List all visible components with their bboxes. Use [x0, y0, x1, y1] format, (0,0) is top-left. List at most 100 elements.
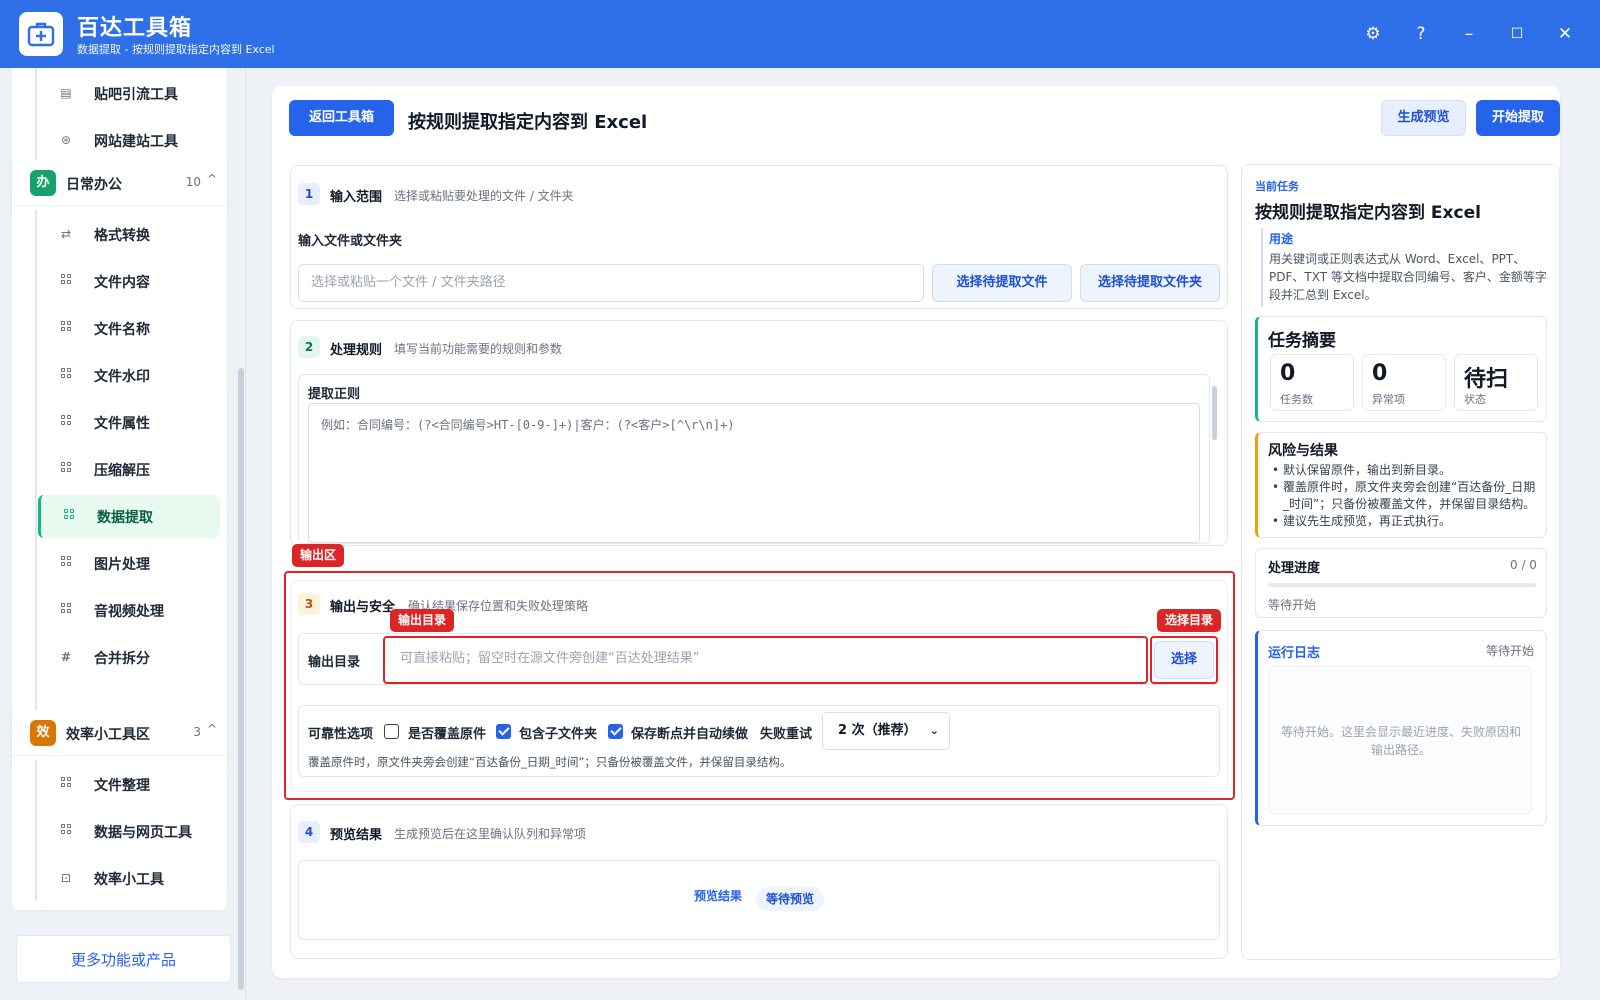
usage-text: 用关键词或正则表达式从 Word、Excel、PPT、PDF、TXT 等文档中提… — [1269, 252, 1547, 302]
reliability-label: 可靠性选项 — [308, 727, 374, 742]
section-title: 处理规则 — [330, 343, 383, 358]
grid-icon — [59, 824, 73, 838]
subfolder-checkbox[interactable] — [496, 724, 511, 739]
category-efficiency: 效 效率小工具区 3 ^ 文件整理 数据与网页工具 ⊡ 效率小工具 — [12, 710, 227, 910]
retry-select[interactable]: 2 次（推荐） ⌄ — [822, 712, 950, 750]
settings-icon[interactable]: ⚙ — [1359, 20, 1387, 48]
section-title: 预览结果 — [330, 828, 383, 843]
stat-task-count: 0 任务数 — [1270, 354, 1354, 411]
resume-checkbox[interactable] — [608, 724, 623, 739]
category-header[interactable]: 办 日常办公 10 ^ — [12, 160, 227, 206]
preview-status-badge: 等待预览 — [756, 887, 825, 911]
choose-dir-button[interactable]: 选择 — [1154, 641, 1214, 679]
sidebar-item-label: 效率小工具 — [94, 872, 164, 888]
sidebar-item-label: 文件属性 — [94, 416, 150, 432]
category-name: 日常办公 — [66, 177, 122, 193]
sidebar-item-website[interactable]: ⊛ 网站建站工具 — [38, 119, 220, 162]
swap-icon: ⇄ — [60, 227, 72, 241]
log-text: 等待开始。这里会显示最近进度、失败原因和输出路径。 — [1280, 725, 1521, 757]
select-file-button[interactable]: 选择待提取文件 — [932, 264, 1072, 302]
select-folder-button[interactable]: 选择待提取文件夹 — [1080, 264, 1220, 302]
start-button[interactable]: 开始提取 — [1476, 100, 1560, 136]
grid-icon — [59, 415, 73, 429]
sidebar-scrollbar[interactable] — [238, 368, 244, 990]
grid-icon — [59, 321, 73, 335]
maximize-icon[interactable]: ☐ — [1503, 20, 1531, 48]
sidebar-item-data-web[interactable]: 数据与网页工具 — [38, 810, 220, 853]
risk-list: 默认保留原件，输出到新目录。 覆盖原件时，原文件夹旁会创建“百达备份_日期_时间… — [1270, 462, 1540, 530]
app-title: 百达工具箱 — [77, 16, 193, 41]
task-title: 按规则提取指定内容到 Excel — [1255, 203, 1481, 223]
more-products-button[interactable]: 更多功能或产品 — [16, 935, 231, 983]
section-desc: 选择或粘贴要处理的文件 / 文件夹 — [394, 189, 574, 203]
preview-button[interactable]: 生成预览 — [1381, 100, 1466, 136]
grid-icon — [59, 462, 73, 476]
output-dir-label: 输出目录 — [308, 655, 361, 670]
minimize-icon[interactable]: – — [1455, 20, 1483, 48]
category-badge: 效 — [30, 720, 56, 746]
sidebar-item-av[interactable]: 音视频处理 — [38, 589, 220, 632]
sidebar-item-label: 数据与网页工具 — [94, 825, 192, 841]
help-icon[interactable]: ? — [1407, 20, 1435, 48]
hash-icon: # — [60, 650, 72, 664]
sidebar-item-label: 压缩解压 — [94, 463, 150, 479]
sidebar-item-format-convert[interactable]: ⇄ 格式转换 — [38, 213, 220, 256]
sidebar: ▤ 贴吧引流工具 ⊛ 网站建站工具 办 日常办公 10 ^ ⇄ 格式转换 文件内… — [0, 68, 246, 1000]
sidebar-item-data-extract[interactable]: 数据提取 — [38, 495, 220, 538]
stat-value: 待扫 — [1464, 367, 1509, 392]
stat-label: 异常项 — [1372, 393, 1405, 406]
grid-icon — [59, 556, 73, 570]
category-badge: 办 — [30, 170, 56, 196]
category-count: 3 — [193, 725, 201, 739]
chevron-up-icon[interactable]: ^ — [207, 722, 217, 736]
sidebar-item-tieba[interactable]: ▤ 贴吧引流工具 — [38, 72, 220, 115]
input-path-field[interactable]: 选择或粘贴一个文件 / 文件夹路径 — [298, 264, 924, 302]
step-number: 1 — [298, 183, 320, 205]
sidebar-item-file-content[interactable]: 文件内容 — [38, 260, 220, 303]
usage-label: 用途 — [1269, 232, 1294, 246]
regex-textarea[interactable]: 例如：合同编号：(?<合同编号>HT-[0-9-]+)|客户：(?<客户>[^\… — [308, 403, 1200, 543]
log-title: 运行日志 — [1268, 646, 1321, 661]
sidebar-item-label: 音视频处理 — [94, 604, 164, 620]
log-area[interactable]: 等待开始。这里会显示最近进度、失败原因和输出路径。 — [1268, 666, 1532, 814]
stat-status: 待扫 状态 — [1454, 354, 1538, 411]
back-button[interactable]: 返回工具箱 — [289, 100, 394, 136]
preview-result-label: 预览结果 — [694, 889, 743, 903]
sidebar-item-merge-split[interactable]: # 合并拆分 — [38, 636, 220, 679]
sidebar-item-label: 贴吧引流工具 — [94, 87, 178, 103]
choose-dir-tag: 选择目录 — [1157, 609, 1222, 632]
progress-status: 等待开始 — [1268, 598, 1317, 612]
progress-title: 处理进度 — [1268, 561, 1321, 576]
step-number: 2 — [298, 336, 320, 358]
sidebar-item-label: 文件整理 — [94, 778, 150, 794]
document-icon: ▤ — [60, 86, 72, 100]
sidebar-item-file-name[interactable]: 文件名称 — [38, 307, 220, 350]
toolbox-icon: ⊡ — [60, 871, 72, 885]
sidebar-item-file-properties[interactable]: 文件属性 — [38, 401, 220, 444]
sidebar-item-image[interactable]: 图片处理 — [38, 542, 220, 585]
sidebar-item-label: 格式转换 — [94, 228, 150, 244]
chevron-up-icon[interactable]: ^ — [207, 172, 217, 186]
category-header[interactable]: 效 效率小工具区 3 ^ — [12, 710, 227, 756]
output-dir-input[interactable]: 可直接粘贴；留空时在源文件旁创建“百达处理结果” — [388, 641, 1143, 679]
sidebar-item-label: 文件内容 — [94, 275, 150, 291]
sidebar-item-label: 网站建站工具 — [94, 134, 178, 150]
log-status: 等待开始 — [1486, 644, 1535, 658]
overwrite-checkbox[interactable] — [384, 724, 399, 739]
sidebar-item-compress[interactable]: 压缩解压 — [38, 448, 220, 491]
usage-accent — [1261, 228, 1263, 306]
app-logo — [19, 12, 63, 56]
grid-icon — [62, 509, 76, 523]
sidebar-item-file-organize[interactable]: 文件整理 — [38, 763, 220, 806]
sidebar-item-label: 文件名称 — [94, 322, 150, 338]
sidebar-item-efficiency-tools[interactable]: ⊡ 效率小工具 — [38, 857, 220, 900]
close-icon[interactable]: ✕ — [1551, 20, 1579, 48]
category-name: 效率小工具区 — [66, 727, 150, 743]
risk-item: 建议先生成预览，再正式执行。 — [1270, 513, 1540, 530]
rules-scrollbar[interactable] — [1212, 386, 1217, 440]
retry-select-value: 2 次（推荐） — [838, 723, 917, 738]
sidebar-item-file-watermark[interactable]: 文件水印 — [38, 354, 220, 397]
grid-icon — [59, 777, 73, 791]
section-desc: 填写当前功能需要的规则和参数 — [394, 342, 563, 356]
regex-label: 提取正则 — [308, 387, 361, 402]
